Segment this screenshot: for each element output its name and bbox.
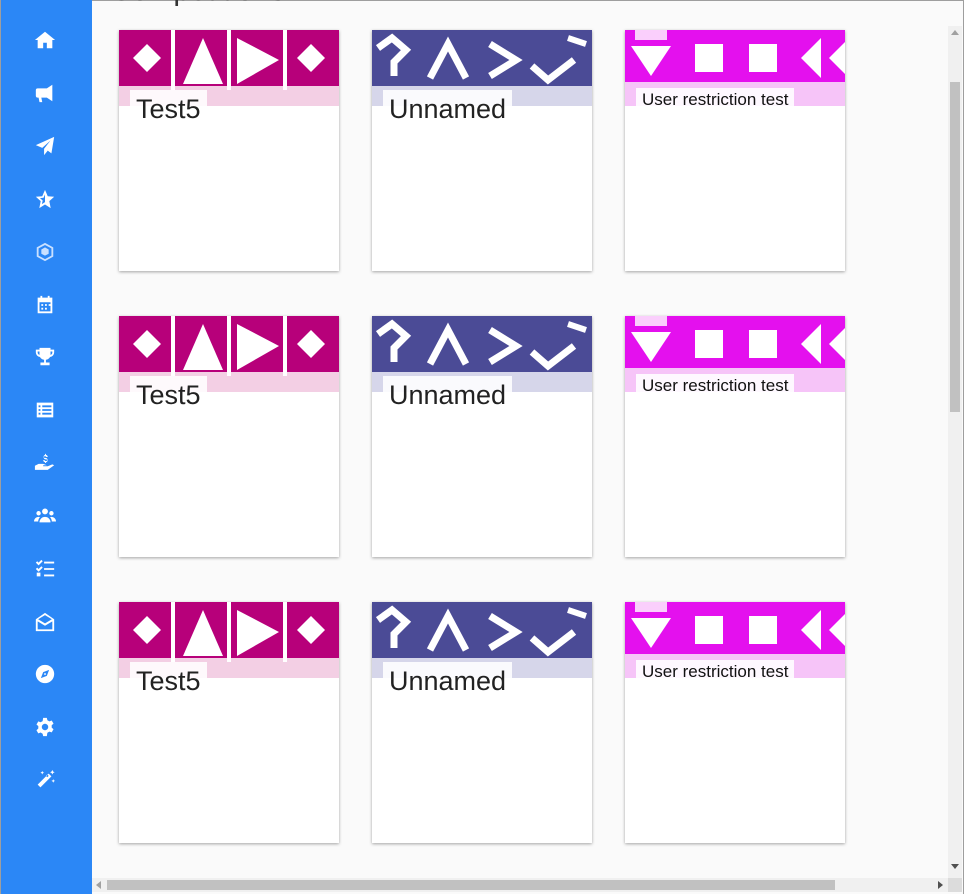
card-body — [372, 106, 592, 271]
home-icon — [34, 29, 56, 56]
sidebar-item-competitions[interactable] — [24, 339, 66, 379]
competition-card[interactable]: User restriction test — [625, 316, 845, 557]
competition-card[interactable]: Test5 — [119, 30, 339, 271]
competition-card[interactable]: Unnamed — [372, 602, 592, 843]
card-body — [119, 678, 339, 843]
competition-card[interactable]: Test5 — [119, 602, 339, 843]
main-content: Competitions Test5 Unnamed User restrictio… — [92, 0, 948, 878]
competition-card[interactable]: Unnamed — [372, 316, 592, 557]
sidebar-nav — [0, 0, 92, 894]
users-icon — [33, 505, 57, 532]
scroll-down-arrow-icon[interactable] — [951, 864, 959, 869]
card-body — [625, 678, 845, 843]
calendar-icon — [34, 294, 56, 321]
scroll-left-arrow-icon[interactable] — [96, 881, 101, 889]
card-body — [372, 678, 592, 843]
card-body — [372, 392, 592, 557]
sidebar-item-inbox[interactable] — [24, 604, 66, 644]
card-body — [119, 106, 339, 271]
network-icon — [34, 241, 56, 268]
competition-card[interactable]: Test5 — [119, 316, 339, 557]
trophy-icon — [34, 346, 56, 373]
hand-dollar-icon — [34, 452, 56, 479]
window-border-left — [0, 0, 1, 894]
star-icon — [34, 188, 56, 215]
sidebar-item-send[interactable] — [24, 128, 66, 168]
sidebar-item-favorites[interactable] — [24, 181, 66, 221]
scroll-right-arrow-icon[interactable] — [938, 881, 943, 889]
horizontal-scrollbar[interactable] — [92, 878, 948, 892]
card-title: Unnamed — [383, 90, 513, 128]
sidebar-item-payments[interactable] — [24, 445, 66, 485]
competition-card[interactable]: User restriction test — [625, 602, 845, 843]
sidebar-item-list[interactable] — [24, 392, 66, 432]
sidebar-item-settings[interactable] — [24, 709, 66, 749]
card-body — [119, 392, 339, 557]
vertical-scroll-thumb[interactable] — [950, 82, 960, 412]
card-title: User restriction test — [636, 88, 795, 112]
vertical-scrollbar[interactable] — [948, 26, 962, 878]
card-body — [625, 106, 845, 271]
competition-card[interactable]: User restriction test — [625, 30, 845, 271]
card-title: Test5 — [130, 376, 207, 414]
sidebar-item-wizard[interactable] — [24, 762, 66, 802]
tasks-icon — [34, 558, 56, 585]
sidebar-item-calendar[interactable] — [24, 287, 66, 327]
card-title: Unnamed — [383, 662, 513, 700]
gear-icon — [34, 716, 56, 743]
scrollbar-corner — [948, 878, 962, 892]
sidebar-item-users[interactable] — [24, 498, 66, 538]
sidebar-item-network[interactable] — [24, 234, 66, 274]
scroll-up-arrow-icon[interactable] — [951, 30, 959, 35]
card-title: Unnamed — [383, 376, 513, 414]
sidebar-item-tasks[interactable] — [24, 551, 66, 591]
card-title: User restriction test — [636, 660, 795, 684]
envelope-open-icon — [34, 611, 56, 638]
sidebar-item-explore[interactable] — [24, 656, 66, 696]
megaphone-icon — [34, 82, 56, 109]
sidebar-item-home[interactable] — [24, 22, 66, 62]
paper-plane-icon — [34, 135, 56, 162]
horizontal-scroll-thumb[interactable] — [107, 880, 835, 890]
sidebar-item-announcements[interactable] — [24, 75, 66, 115]
card-title: User restriction test — [636, 374, 795, 398]
page-title: Competitions — [110, 0, 285, 8]
card-body — [625, 392, 845, 557]
card-title: Test5 — [130, 662, 207, 700]
magic-wand-icon — [34, 769, 56, 796]
list-icon — [34, 399, 56, 426]
compass-icon — [34, 663, 56, 690]
competition-card[interactable]: Unnamed — [372, 30, 592, 271]
card-title: Test5 — [130, 90, 207, 128]
